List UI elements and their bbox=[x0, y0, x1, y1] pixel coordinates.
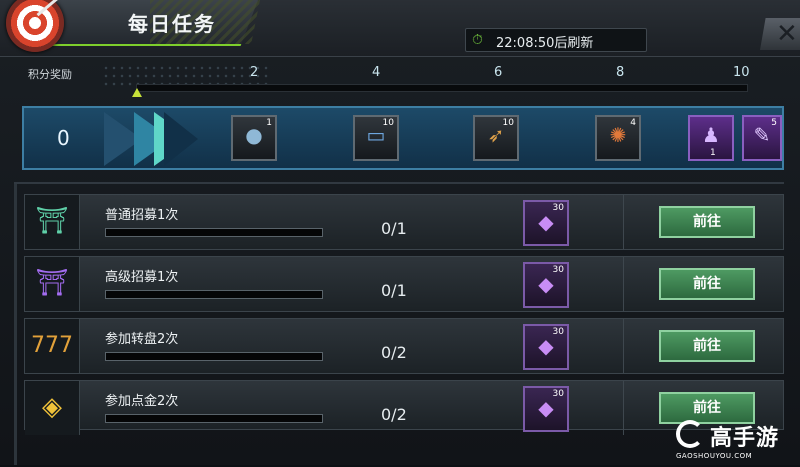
task-list-scrollbar[interactable] bbox=[14, 184, 17, 465]
points-label: 积分奖励 bbox=[28, 68, 72, 81]
milestone-2: 2 bbox=[250, 65, 259, 80]
task-progress-text: 0/1 bbox=[381, 281, 407, 300]
reward-item[interactable]: ✎ 5 bbox=[742, 115, 782, 161]
purple-gem-icon: ◆ bbox=[538, 272, 554, 296]
reward-count: 30 bbox=[552, 265, 564, 275]
watermark-logo-icon bbox=[676, 420, 704, 448]
task-progress-bar bbox=[105, 414, 323, 423]
task-progress-text: 0/2 bbox=[381, 343, 407, 362]
row-divider bbox=[623, 195, 624, 249]
milestone-10: 10 bbox=[733, 65, 750, 80]
watermark: 高手游 GAOSHOUYOU.COM bbox=[676, 418, 798, 462]
purple-gem-icon: ◆ bbox=[538, 210, 554, 234]
task-progress-bar bbox=[105, 290, 323, 299]
purple-gem-icon: ◆ bbox=[538, 334, 554, 358]
reward-count: 30 bbox=[552, 327, 564, 337]
purple-recruit-booth-icon: ⛩ bbox=[35, 268, 69, 298]
timer-text: 22:08:50后刷新 bbox=[496, 36, 594, 51]
task-progress-bar bbox=[105, 228, 323, 237]
task-name: 高级招募1次 bbox=[105, 270, 179, 285]
go-button[interactable]: 前往 bbox=[659, 206, 755, 238]
task-progress-text: 0/2 bbox=[381, 405, 407, 424]
task-row: ◈ 参加点金2次 0/2 ◆ 30 前往 bbox=[24, 380, 784, 435]
reward-count: 30 bbox=[552, 203, 564, 213]
task-icon: 777 bbox=[25, 319, 80, 373]
reward-count: 10 bbox=[382, 118, 394, 128]
milestone-8: 8 bbox=[616, 65, 625, 80]
reward-count: 1 bbox=[710, 148, 716, 158]
row-divider bbox=[623, 381, 624, 435]
refresh-timer: ⏱ 22:08:50后刷新 bbox=[465, 28, 647, 52]
green-recruit-booth-icon: ⛩ bbox=[35, 206, 69, 236]
reward-item[interactable]: ➶ 10 bbox=[473, 115, 519, 161]
go-button[interactable]: 前往 bbox=[659, 268, 755, 300]
reward-count: 30 bbox=[552, 389, 564, 399]
task-reward[interactable]: ◆ 30 bbox=[523, 200, 569, 246]
task-icon: ◈ bbox=[25, 381, 80, 435]
gold-diamond-icon: ◈ bbox=[42, 392, 62, 422]
chevron-decoration bbox=[164, 112, 198, 166]
reward-count: 10 bbox=[502, 118, 514, 128]
task-reward[interactable]: ◆ 30 bbox=[523, 386, 569, 432]
milestone-6: 6 bbox=[494, 65, 503, 80]
task-name: 参加点金2次 bbox=[105, 394, 179, 409]
reward-item[interactable]: ✺ 4 bbox=[595, 115, 641, 161]
character-card-icon: ♟ bbox=[702, 123, 720, 147]
reward-item[interactable]: ♟ 1 bbox=[688, 115, 734, 161]
points-progress-track bbox=[136, 84, 748, 92]
task-name: 普通招募1次 bbox=[105, 208, 179, 223]
milestone-4: 4 bbox=[372, 65, 381, 80]
reward-count: 4 bbox=[630, 118, 636, 128]
task-reward[interactable]: ◆ 30 bbox=[523, 262, 569, 308]
slot-777-icon: 777 bbox=[31, 333, 73, 358]
go-button[interactable]: 前往 bbox=[659, 330, 755, 362]
close-button[interactable]: ✕ bbox=[760, 18, 800, 50]
task-progress-text: 0/1 bbox=[381, 219, 407, 238]
task-row: ⛩ 普通招募1次 0/1 ◆ 30 前往 bbox=[24, 194, 784, 250]
page-title: 每日任务 bbox=[128, 12, 216, 36]
row-divider bbox=[623, 319, 624, 373]
points-score: 0 bbox=[57, 126, 70, 150]
task-name: 参加转盘2次 bbox=[105, 332, 179, 347]
watermark-name: 高手游 bbox=[710, 426, 780, 451]
task-row: 777 参加转盘2次 0/2 ◆ 30 前往 bbox=[24, 318, 784, 374]
reward-count: 5 bbox=[771, 118, 777, 128]
close-icon: ✕ bbox=[776, 19, 798, 49]
watermark-url: GAOSHOUYOU.COM bbox=[676, 452, 753, 460]
task-icon: ⛩ bbox=[25, 195, 80, 249]
stopwatch-icon: ⏱ bbox=[472, 32, 483, 48]
purple-gem-icon: ◆ bbox=[538, 396, 554, 420]
reward-count: 1 bbox=[266, 118, 272, 128]
reward-item[interactable]: ● 1 bbox=[231, 115, 277, 161]
reward-strip: 0 ● 1 ▭ 10 ➶ 10 ✺ 4 ♟ 1 ✎ 5 bbox=[22, 106, 784, 170]
task-icon: ⛩ bbox=[25, 257, 80, 311]
header: 每日任务 ⏱ 22:08:50后刷新 ✕ bbox=[0, 0, 800, 57]
task-reward[interactable]: ◆ 30 bbox=[523, 324, 569, 370]
task-row: ⛩ 高级招募1次 0/1 ◆ 30 前往 bbox=[24, 256, 784, 312]
points-marker-icon bbox=[132, 88, 142, 97]
daily-task-panel: 每日任务 ⏱ 22:08:50后刷新 ✕ 积分奖励 2 4 6 8 10 0 ●… bbox=[0, 0, 800, 465]
points-reward-bar: 积分奖励 2 4 6 8 10 bbox=[22, 58, 782, 100]
reward-item[interactable]: ▭ 10 bbox=[353, 115, 399, 161]
row-divider bbox=[623, 257, 624, 311]
task-progress-bar bbox=[105, 352, 323, 361]
